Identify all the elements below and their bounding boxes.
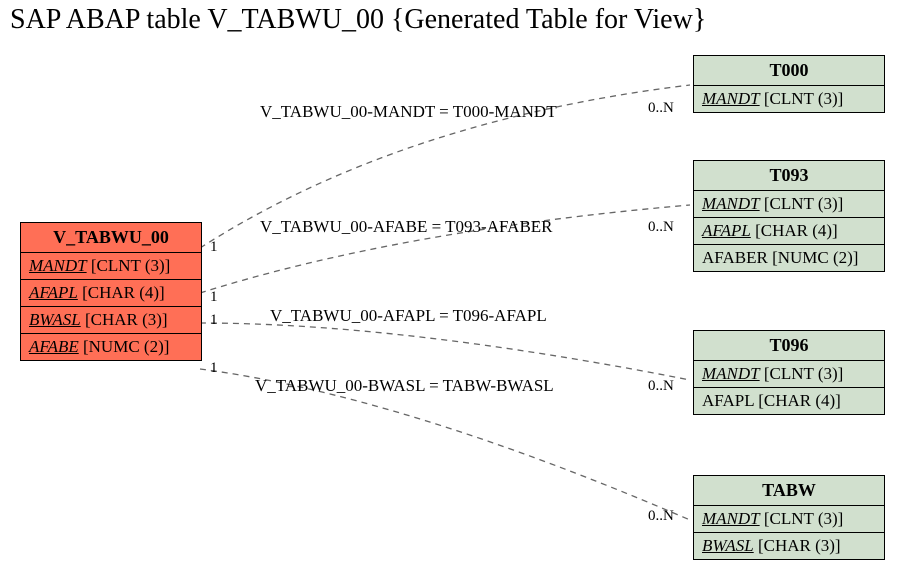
field-row: AFAPL [CHAR (4)]	[694, 388, 884, 414]
edge-label: V_TABWU_00-BWASL = TABW-BWASL	[255, 376, 554, 396]
edge-label: V_TABWU_00-MANDT = T000-MANDT	[260, 102, 557, 122]
field-row: AFABE [NUMC (2)]	[21, 334, 201, 360]
cardinality-left: 1	[210, 239, 218, 256]
field-row: AFAPL [CHAR (4)]	[21, 280, 201, 307]
entity-header: V_TABWU_00	[21, 223, 201, 253]
entity-header: T096	[694, 331, 884, 361]
cardinality-right: 0..N	[648, 219, 674, 236]
field-row: MANDT [CLNT (3)]	[694, 86, 884, 112]
entity-v-tabwu-00: V_TABWU_00 MANDT [CLNT (3)] AFAPL [CHAR …	[20, 222, 202, 361]
edge-label: V_TABWU_00-AFABE = T093-AFABER	[260, 217, 553, 237]
cardinality-left: 1	[210, 289, 218, 306]
field-row: BWASL [CHAR (3)]	[21, 307, 201, 334]
entity-t093: T093 MANDT [CLNT (3)] AFAPL [CHAR (4)] A…	[693, 160, 885, 272]
entity-t096: T096 MANDT [CLNT (3)] AFAPL [CHAR (4)]	[693, 330, 885, 415]
entity-tabw: TABW MANDT [CLNT (3)] BWASL [CHAR (3)]	[693, 475, 885, 560]
edge-label: V_TABWU_00-AFAPL = T096-AFAPL	[270, 306, 547, 326]
field-row: MANDT [CLNT (3)]	[694, 506, 884, 533]
field-row: MANDT [CLNT (3)]	[694, 361, 884, 388]
cardinality-left: 1	[210, 312, 218, 329]
entity-header: T000	[694, 56, 884, 86]
field-row: MANDT [CLNT (3)]	[21, 253, 201, 280]
cardinality-right: 0..N	[648, 100, 674, 117]
diagram-stage: SAP ABAP table V_TABWU_00 {Generated Tab…	[0, 0, 911, 582]
cardinality-right: 0..N	[648, 508, 674, 525]
entity-t000: T000 MANDT [CLNT (3)]	[693, 55, 885, 113]
field-row: AFAPL [CHAR (4)]	[694, 218, 884, 245]
cardinality-left: 1	[210, 360, 218, 377]
entity-header: TABW	[694, 476, 884, 506]
field-row: MANDT [CLNT (3)]	[694, 191, 884, 218]
entity-header: T093	[694, 161, 884, 191]
diagram-title: SAP ABAP table V_TABWU_00 {Generated Tab…	[10, 4, 706, 36]
field-row: BWASL [CHAR (3)]	[694, 533, 884, 559]
cardinality-right: 0..N	[648, 378, 674, 395]
field-row: AFABER [NUMC (2)]	[694, 245, 884, 271]
